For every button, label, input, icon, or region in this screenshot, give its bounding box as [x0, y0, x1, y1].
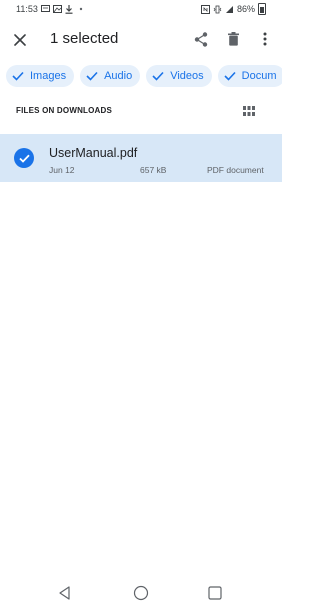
delete-button[interactable] — [222, 28, 244, 50]
status-left: 11:53 — [0, 4, 86, 14]
chip-documents[interactable]: Docum — [217, 65, 282, 87]
nav-recent-button[interactable] — [207, 585, 223, 601]
status-bar: 11:53 86% — [0, 0, 282, 18]
file-row[interactable]: UserManual.pdf Jun 12 657 kB PDF documen… — [0, 134, 282, 182]
more-options-button[interactable] — [254, 28, 276, 50]
status-right: 86% — [200, 3, 282, 15]
chip-videos[interactable]: Videos — [146, 65, 212, 87]
chip-images[interactable]: Images — [6, 65, 75, 87]
check-icon — [86, 70, 98, 82]
system-nav-bar — [0, 576, 282, 610]
file-size: 657 kB — [140, 165, 167, 175]
signal-icon — [225, 5, 234, 14]
more-vert-icon — [263, 32, 267, 46]
selected-check-icon[interactable] — [14, 148, 34, 168]
chip-label: Audio — [104, 70, 133, 82]
nav-home-button[interactable] — [133, 585, 149, 601]
check-icon — [12, 70, 24, 82]
filter-chip-row: Images Audio Videos Docum — [6, 65, 282, 87]
delete-icon — [227, 32, 239, 46]
chip-label: Videos — [170, 70, 204, 82]
file-name: UserManual.pdf — [49, 146, 138, 160]
grid-view-icon — [243, 106, 255, 116]
battery-percent: 86% — [236, 4, 255, 14]
share-button[interactable] — [190, 28, 212, 50]
download-icon — [65, 4, 74, 14]
chip-audio[interactable]: Audio — [80, 65, 141, 87]
close-selection-button[interactable] — [8, 28, 32, 52]
battery-icon — [258, 3, 266, 15]
close-icon — [14, 34, 26, 46]
vibrate-icon — [213, 5, 222, 14]
message-icon — [40, 5, 50, 14]
selection-title: 1 selected — [50, 30, 119, 47]
nav-back-button[interactable] — [57, 585, 73, 601]
file-type: PDF document — [207, 165, 264, 175]
section-title: FILES ON DOWNLOADS — [16, 106, 113, 115]
chip-label: Docum — [241, 70, 277, 82]
nfc-icon — [200, 4, 210, 14]
chip-label: Images — [30, 70, 67, 82]
recent-apps-icon — [208, 586, 222, 600]
home-icon — [133, 585, 149, 601]
check-icon — [152, 70, 164, 82]
status-time: 11:53 — [16, 4, 38, 14]
grid-view-button[interactable] — [242, 104, 256, 118]
back-icon — [59, 586, 70, 600]
dot-icon — [77, 5, 86, 14]
file-date: Jun 12 — [49, 165, 75, 175]
share-icon — [194, 31, 208, 47]
check-icon — [224, 70, 236, 82]
selection-app-bar: 1 selected — [0, 22, 282, 58]
gallery-icon — [52, 5, 62, 14]
